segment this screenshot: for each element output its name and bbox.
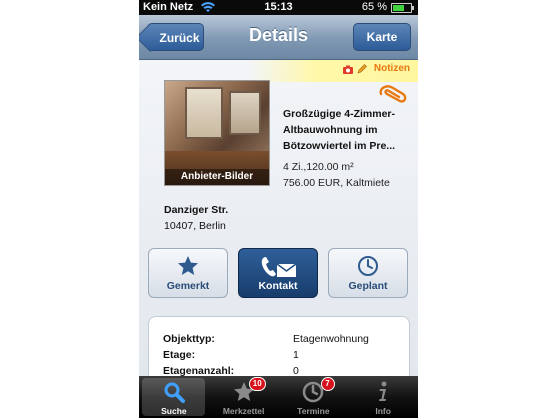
bookmark-label: Gemerkt <box>166 280 210 292</box>
address: Danziger Str. 10407, Berlin <box>164 202 228 234</box>
details-card: Objekttyp: Etagenwohnung Etage: 1 Etagen… <box>148 316 410 376</box>
listing-meta: 4 Zi.,120.00 m² 756.00 EUR, Kaltmiete <box>283 159 413 191</box>
phone-screen: Kein Netz 15:13 65 % Zurück Details Kart… <box>139 0 418 418</box>
city: 10407, Berlin <box>164 220 226 232</box>
contact-button[interactable]: Kontakt <box>238 248 318 298</box>
battery-icon <box>391 3 414 13</box>
detail-row: Objekttyp: Etagenwohnung <box>163 333 369 345</box>
listing-title: Großzügige 4-Zimmer- Altbauwohnung im Bö… <box>283 108 396 152</box>
bookmark-button[interactable]: Gemerkt <box>148 248 228 298</box>
navigation-bar: Zurück Details Karte <box>139 15 418 60</box>
contact-label: Kontakt <box>258 280 298 292</box>
appointments-badge: 7 <box>320 377 335 391</box>
paperclip-icon <box>379 85 407 103</box>
photo-caption: Anbieter-Bilder <box>165 169 269 185</box>
tab-appointments[interactable]: 7 Termine <box>279 376 349 418</box>
star-icon <box>178 256 198 275</box>
camera-icon <box>343 65 353 74</box>
status-bar: Kein Netz 15:13 65 % <box>139 0 418 15</box>
detail-row: Etage: 1 <box>163 349 299 361</box>
listing-photo[interactable]: Anbieter-Bilder <box>164 80 270 186</box>
tab-bar: Suche 10 Merkzettel 7 Termine Info <box>139 376 418 418</box>
search-icon <box>164 382 185 403</box>
info-icon <box>379 381 387 401</box>
bookmarks-badge: 10 <box>248 377 266 391</box>
detail-row: Etagenanzahl: 0 <box>163 365 299 376</box>
rooms-area: 4 Zi.,120.00 m² <box>283 161 354 173</box>
tab-bookmarks[interactable]: 10 Merkzettel <box>209 376 279 418</box>
phone-mail-icon <box>261 257 297 277</box>
notes-label[interactable]: Notizen <box>374 63 410 74</box>
price: 756.00 EUR, Kaltmiete <box>283 177 390 189</box>
tab-info[interactable]: Info <box>348 376 418 418</box>
planned-button[interactable]: Geplant <box>328 248 408 298</box>
detail-content: Notizen Anbieter-Bilder Großzügige 4-Zim… <box>139 60 418 376</box>
map-button[interactable]: Karte <box>353 23 411 51</box>
battery-percent: 65 % <box>361 1 387 13</box>
street: Danziger Str. <box>164 204 229 216</box>
pencil-icon <box>357 64 367 74</box>
tab-search[interactable]: Suche <box>139 376 209 418</box>
clock-icon <box>358 256 378 276</box>
planned-label: Geplant <box>348 280 388 292</box>
